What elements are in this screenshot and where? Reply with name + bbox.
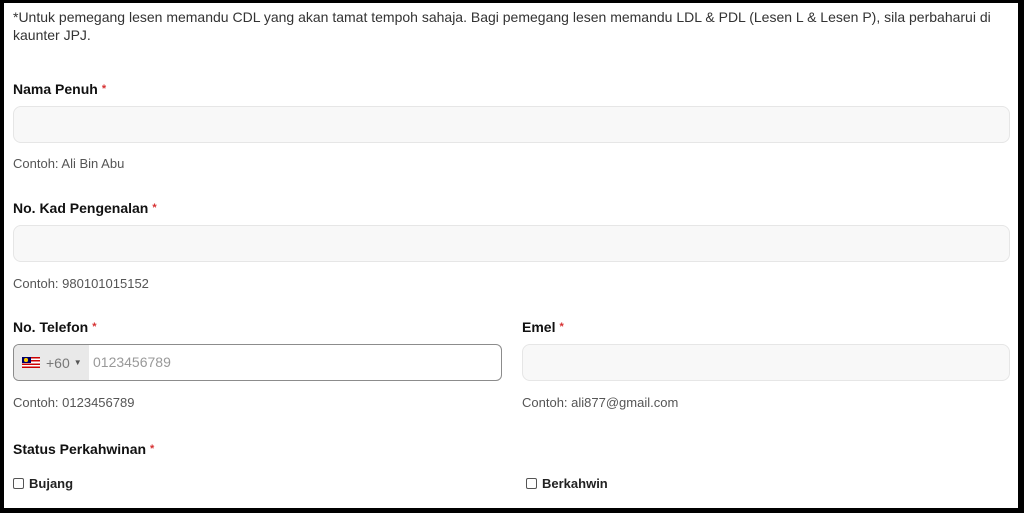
checkbox-berkahwin-label: Berkahwin — [542, 476, 608, 491]
phone-hint: Contoh: 0123456789 — [13, 395, 135, 410]
checkbox-bujang[interactable]: Bujang — [13, 476, 73, 491]
phone-label: No. Telefon * — [13, 319, 96, 335]
malaysia-flag-icon — [22, 357, 40, 368]
email-label: Emel * — [522, 319, 564, 335]
phone-input-group: +60 ▼ 0123456789 — [13, 344, 502, 381]
renewal-notice: *Untuk pemegang lesen memandu CDL yang a… — [13, 9, 991, 43]
name-label-text: Nama Penuh — [13, 81, 98, 97]
checkbox-berkahwin[interactable]: Berkahwin — [526, 476, 608, 491]
caret-down-icon: ▼ — [73, 358, 82, 367]
dial-code: +60 — [46, 354, 70, 371]
required-mark: * — [101, 83, 107, 95]
ic-label-text: No. Kad Pengenalan — [13, 200, 149, 216]
email-input[interactable] — [522, 344, 1010, 381]
checkbox-box[interactable] — [13, 478, 24, 489]
ic-label: No. Kad Pengenalan * — [13, 200, 157, 216]
form-panel: *Untuk pemegang lesen memandu CDL yang a… — [4, 3, 1018, 508]
required-mark: * — [92, 321, 97, 333]
ic-hint: Contoh: 980101015152 — [13, 276, 149, 291]
checkbox-box[interactable] — [526, 478, 537, 489]
marital-status-label-text: Status Perkahwinan — [13, 441, 147, 457]
email-label-text: Emel — [522, 319, 556, 335]
required-mark: * — [150, 443, 155, 455]
required-mark: * — [152, 202, 157, 214]
marital-status-label: Status Perkahwinan * — [13, 441, 154, 457]
required-mark: * — [559, 321, 564, 333]
checkbox-bujang-label: Bujang — [29, 476, 74, 491]
email-hint: Contoh: ali877@gmail.com — [522, 395, 679, 410]
name-hint: Contoh: Ali Bin Abu — [13, 156, 125, 171]
full-name-input[interactable] — [13, 106, 1010, 143]
country-code-dropdown[interactable]: +60 ▼ — [14, 345, 89, 380]
name-label: Nama Penuh * — [13, 81, 106, 97]
phone-number-input[interactable]: 0123456789 — [93, 345, 171, 380]
phone-label-text: No. Telefon — [13, 319, 89, 335]
ic-number-input[interactable] — [13, 225, 1010, 262]
